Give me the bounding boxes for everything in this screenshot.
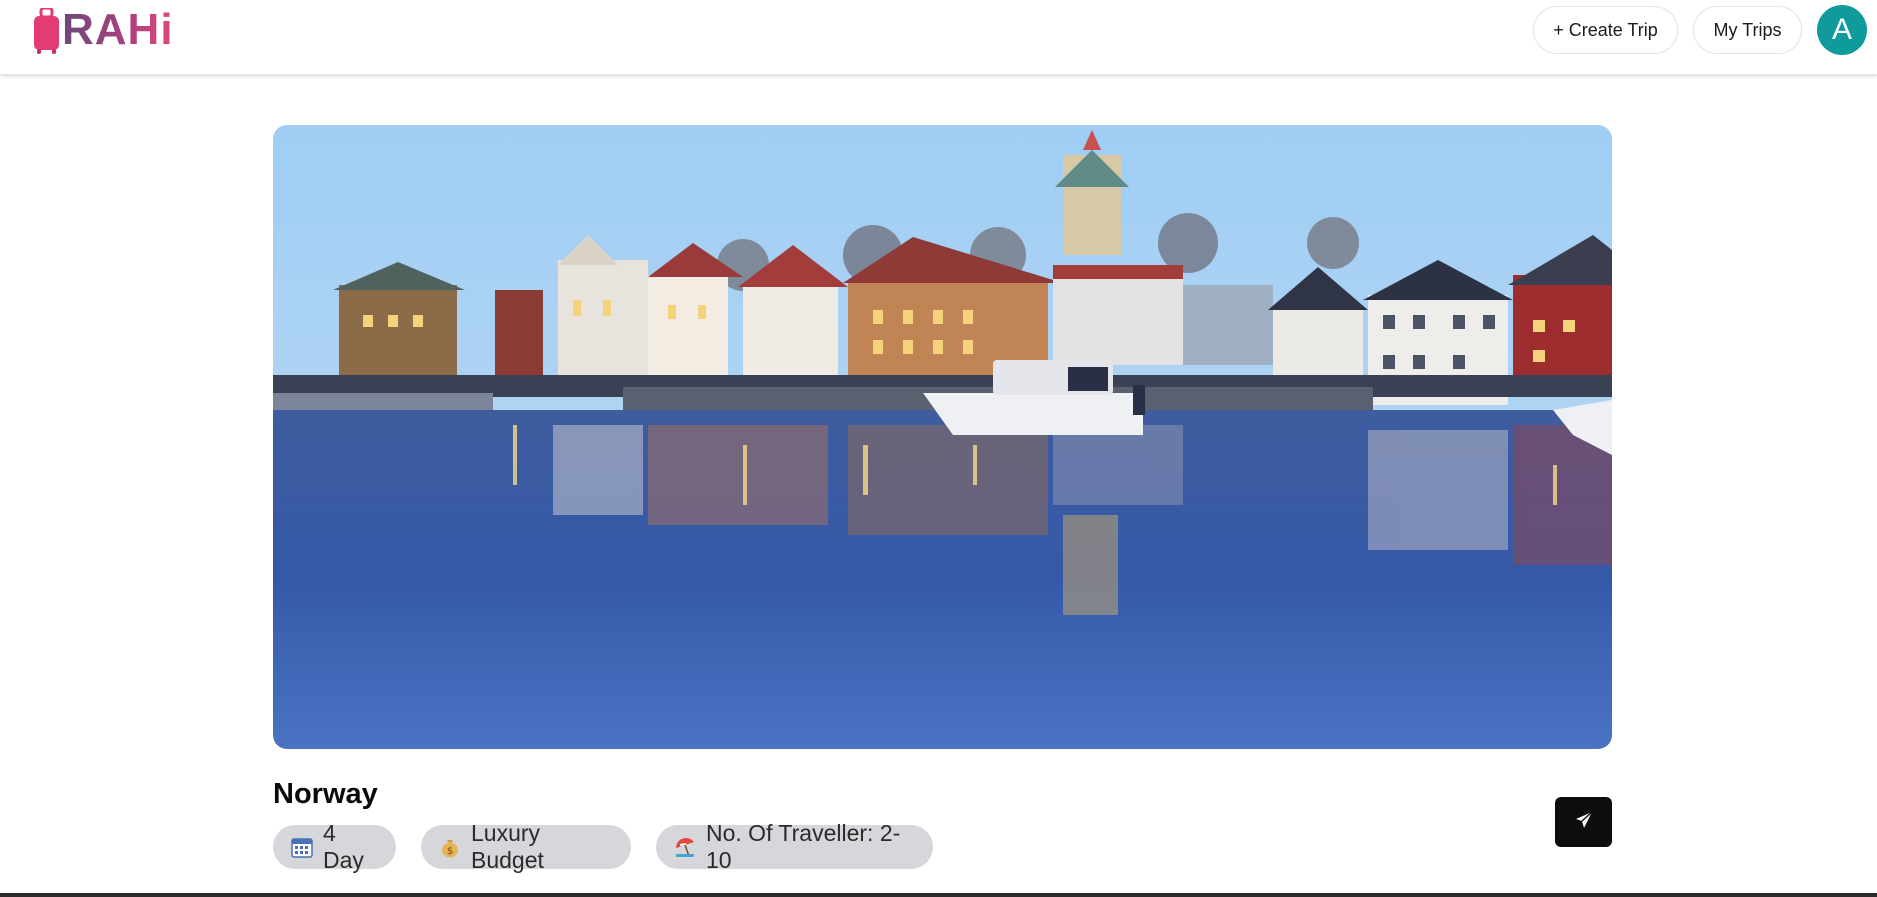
trip-travellers-chip: No. Of Traveller: 2-10 (656, 820, 933, 873)
my-trips-button[interactable]: My Trips (1693, 6, 1802, 54)
trip-travellers-label: No. Of Traveller: 2-10 (706, 820, 901, 873)
trip-days-chip: 4 Day (273, 820, 396, 873)
suitcase-icon (33, 6, 60, 54)
top-navbar: RAHi + Create Trip My Trips A (0, 0, 1877, 75)
destination-hero-image (273, 125, 1612, 749)
trip-budget-chip: $ Luxury Budget (421, 820, 631, 873)
destination-title: Norway (273, 778, 378, 810)
svg-text:$: $ (447, 846, 453, 857)
trip-days-label: 4 Day (323, 820, 364, 873)
calendar-icon (291, 836, 313, 858)
brand-name: RAHi (62, 5, 174, 54)
create-trip-button[interactable]: + Create Trip (1533, 6, 1678, 54)
share-trip-button[interactable] (1555, 797, 1612, 847)
bottom-divider (0, 893, 1877, 897)
money-bag-icon: $ (439, 836, 461, 858)
user-avatar[interactable]: A (1817, 5, 1867, 55)
brand-logo[interactable]: RAHi (33, 4, 174, 56)
trip-budget-label: Luxury Budget (471, 820, 544, 873)
beach-umbrella-icon (674, 836, 696, 858)
send-icon (1574, 810, 1594, 835)
